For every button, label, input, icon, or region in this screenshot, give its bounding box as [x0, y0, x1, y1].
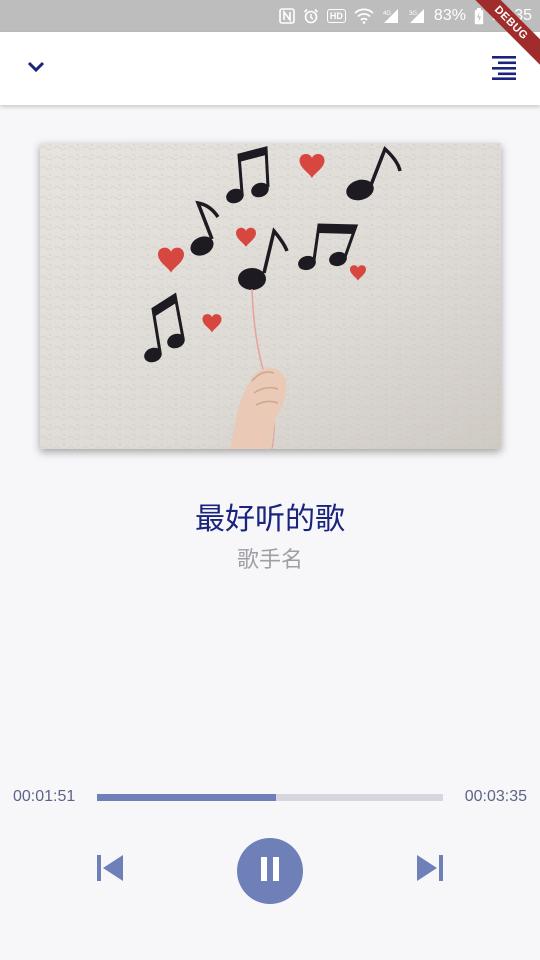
signal-4g-icon: 4G: [382, 8, 400, 24]
playlist-button[interactable]: [468, 32, 540, 105]
artist-name: 歌手名: [236, 548, 303, 573]
playlist-icon: [491, 54, 517, 84]
elapsed-time: 00:01:51: [13, 788, 76, 805]
battery-charging-icon: [474, 7, 484, 25]
battery-percent: 83%: [433, 7, 466, 24]
pause-button[interactable]: [237, 838, 303, 904]
nfc-icon: [279, 8, 295, 24]
album-art: [40, 143, 501, 449]
signal-3g-icon: 3G: [408, 8, 426, 24]
chevron-down-icon: [26, 59, 46, 78]
svg-text:3G: 3G: [409, 11, 417, 17]
next-button[interactable]: [406, 846, 454, 894]
progress-fill: [97, 794, 276, 801]
svg-text:4G: 4G: [383, 11, 391, 17]
song-title: 最好听的歌: [195, 502, 345, 537]
status-bar: HD 4G 3G 83% 23:35: [0, 0, 540, 32]
clock: 23:35: [491, 7, 532, 24]
app-bar: [0, 32, 540, 105]
wifi-icon: [354, 8, 374, 24]
hd-icon: HD: [326, 9, 346, 23]
total-time: 00:03:35: [464, 788, 527, 805]
collapse-button[interactable]: [0, 32, 72, 105]
alarm-icon: [303, 8, 319, 24]
album-art-image: [40, 143, 501, 449]
skip-previous-icon: [95, 853, 125, 887]
skip-next-icon: [415, 853, 445, 887]
progress-slider[interactable]: [97, 794, 443, 801]
previous-button[interactable]: [86, 846, 134, 894]
pause-icon: [259, 856, 281, 886]
